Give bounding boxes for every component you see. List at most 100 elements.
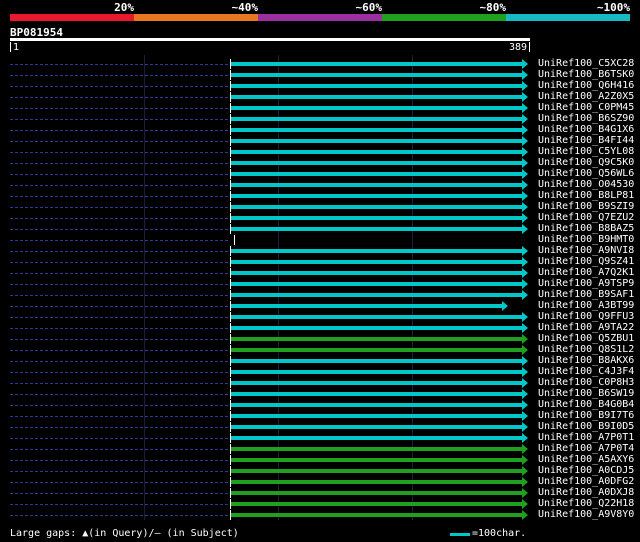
hit-alignment-bar[interactable] [231, 84, 522, 88]
hit-label[interactable]: UniRef100_C0PM45 [538, 102, 634, 113]
hit-alignment-bar[interactable] [231, 227, 522, 231]
hit-row[interactable]: UniRef100_A9V8Y0 [0, 509, 640, 521]
hit-alignment-bar[interactable] [231, 359, 522, 363]
hit-alignment-bar[interactable] [231, 491, 522, 495]
ruler-end-label: 389 [509, 42, 528, 53]
hit-alignment-bar[interactable] [231, 106, 522, 110]
hit-arrow-icon [522, 356, 528, 366]
hit-label[interactable]: UniRef100_B6SZ90 [538, 113, 634, 124]
hit-label[interactable]: UniRef100_Q9FFU3 [538, 311, 634, 322]
hit-alignment-bar[interactable] [231, 293, 522, 297]
hit-alignment-bar[interactable] [231, 249, 522, 253]
hit-label[interactable]: UniRef100_B6TSK0 [538, 69, 634, 80]
hit-label[interactable]: UniRef100_C5XC28 [538, 58, 634, 69]
hit-alignment-bar[interactable] [231, 326, 522, 330]
hit-label[interactable]: UniRef100_A7P0T1 [538, 432, 634, 443]
hit-label[interactable]: UniRef100_A3BT99 [538, 300, 634, 311]
hit-alignment-bar[interactable] [231, 117, 522, 121]
hit-alignment-bar[interactable] [231, 194, 522, 198]
hit-alignment-bar[interactable] [231, 183, 522, 187]
hit-label[interactable]: UniRef100_B4FI44 [538, 135, 634, 146]
hit-alignment-bar[interactable] [231, 95, 522, 99]
hit-unaligned-region [10, 295, 230, 296]
hit-label[interactable]: UniRef100_Q6H416 [538, 80, 634, 91]
hit-alignment-bar[interactable] [231, 425, 522, 429]
hit-alignment-bar[interactable] [231, 139, 522, 143]
hit-label[interactable]: UniRef100_A9TA22 [538, 322, 634, 333]
hit-unaligned-region [10, 64, 230, 65]
hit-alignment-bar[interactable] [231, 392, 522, 396]
hit-label[interactable]: UniRef100_A0CDJ5 [538, 465, 634, 476]
hit-arrow-icon [522, 213, 528, 223]
hit-label[interactable]: UniRef100_A9V8Y0 [538, 509, 634, 520]
hit-label[interactable]: UniRef100_A2Z0X5 [538, 91, 634, 102]
hit-label[interactable]: UniRef100_B6SW19 [538, 388, 634, 399]
hit-arrow-icon [522, 488, 528, 498]
hit-label[interactable]: UniRef100_Q7EZU2 [538, 212, 634, 223]
hit-arrow-icon [522, 246, 528, 256]
hit-label[interactable]: UniRef100_B8BAZ5 [538, 223, 634, 234]
hit-label[interactable]: UniRef100_B9SAF1 [538, 289, 634, 300]
hit-alignment-bar[interactable] [231, 216, 522, 220]
hit-label[interactable]: UniRef100_B4G1X6 [538, 124, 634, 135]
hit-alignment-bar[interactable] [231, 348, 522, 352]
hit-alignment-bar[interactable] [231, 150, 522, 154]
hit-alignment-bar[interactable] [231, 260, 522, 264]
hit-unaligned-region [10, 306, 230, 307]
hit-label[interactable]: UniRef100_O04530 [538, 179, 634, 190]
hit-label[interactable]: UniRef100_Q5ZBU1 [538, 333, 634, 344]
hit-label[interactable]: UniRef100_A5AXY6 [538, 454, 634, 465]
hit-label[interactable]: UniRef100_Q22H18 [538, 498, 634, 509]
hit-label[interactable]: UniRef100_B8LP81 [538, 190, 634, 201]
hit-label[interactable]: UniRef100_A7P0T4 [538, 443, 634, 454]
hit-alignment-bar[interactable] [231, 414, 522, 418]
hit-arrow-icon [522, 499, 528, 509]
hit-label[interactable]: UniRef100_A0DXJ8 [538, 487, 634, 498]
ruler-end-tick [529, 42, 530, 52]
hit-alignment-bar[interactable] [231, 436, 522, 440]
hit-alignment-bar[interactable] [231, 458, 522, 462]
hit-alignment-bar[interactable] [231, 502, 522, 506]
hit-label[interactable]: UniRef100_B9I0D5 [538, 421, 634, 432]
hit-unaligned-region [10, 460, 230, 461]
hit-alignment-bar[interactable] [231, 73, 522, 77]
hit-label[interactable]: UniRef100_C4J3F4 [538, 366, 634, 377]
hit-label[interactable]: UniRef100_C0P8H3 [538, 377, 634, 388]
hit-label[interactable]: UniRef100_B4G0B4 [538, 399, 634, 410]
hit-alignment-bar[interactable] [231, 282, 522, 286]
hit-label[interactable]: UniRef100_A9NVI8 [538, 245, 634, 256]
hit-alignment-bar[interactable] [231, 403, 522, 407]
hit-label[interactable]: UniRef100_B9SZI9 [538, 201, 634, 212]
hit-alignment-bar[interactable] [231, 205, 522, 209]
hit-alignment-bar[interactable] [231, 62, 522, 66]
hit-alignment-bar[interactable] [231, 469, 522, 473]
hit-alignment-bar[interactable] [231, 480, 522, 484]
hit-alignment-bar[interactable] [231, 271, 522, 275]
hit-alignment-bar[interactable] [231, 337, 522, 341]
hit-arrow-icon [522, 312, 528, 322]
hit-unaligned-region [10, 372, 230, 373]
hit-alignment-bar[interactable] [231, 370, 522, 374]
hit-unaligned-region [10, 284, 230, 285]
hit-label[interactable]: UniRef100_Q8S1L2 [538, 344, 634, 355]
hit-label[interactable]: UniRef100_C5YL08 [538, 146, 634, 157]
hit-label[interactable]: UniRef100_A9TSP9 [538, 278, 634, 289]
hit-label[interactable]: UniRef100_A0DFG2 [538, 476, 634, 487]
hit-alignment-bar[interactable] [231, 161, 522, 165]
hit-alignment-bar[interactable] [231, 315, 522, 319]
hit-unaligned-region [10, 493, 230, 494]
hit-label[interactable]: UniRef100_A7Q2K1 [538, 267, 634, 278]
hit-label[interactable]: UniRef100_Q9C5K0 [538, 157, 634, 168]
legend-bar-20 [10, 14, 134, 21]
hit-alignment-bar[interactable] [231, 304, 502, 308]
hit-alignment-bar[interactable] [231, 128, 522, 132]
hit-alignment-bar[interactable] [231, 447, 522, 451]
hit-label[interactable]: UniRef100_B9HMT0 [538, 234, 634, 245]
hit-alignment-bar[interactable] [231, 513, 522, 517]
hit-label[interactable]: UniRef100_B9I7T6 [538, 410, 634, 421]
hit-label[interactable]: UniRef100_B8AKX6 [538, 355, 634, 366]
hit-label[interactable]: UniRef100_Q56WL6 [538, 168, 634, 179]
hit-alignment-bar[interactable] [231, 172, 522, 176]
hit-label[interactable]: UniRef100_Q9SZ41 [538, 256, 634, 267]
hit-alignment-bar[interactable] [231, 381, 522, 385]
